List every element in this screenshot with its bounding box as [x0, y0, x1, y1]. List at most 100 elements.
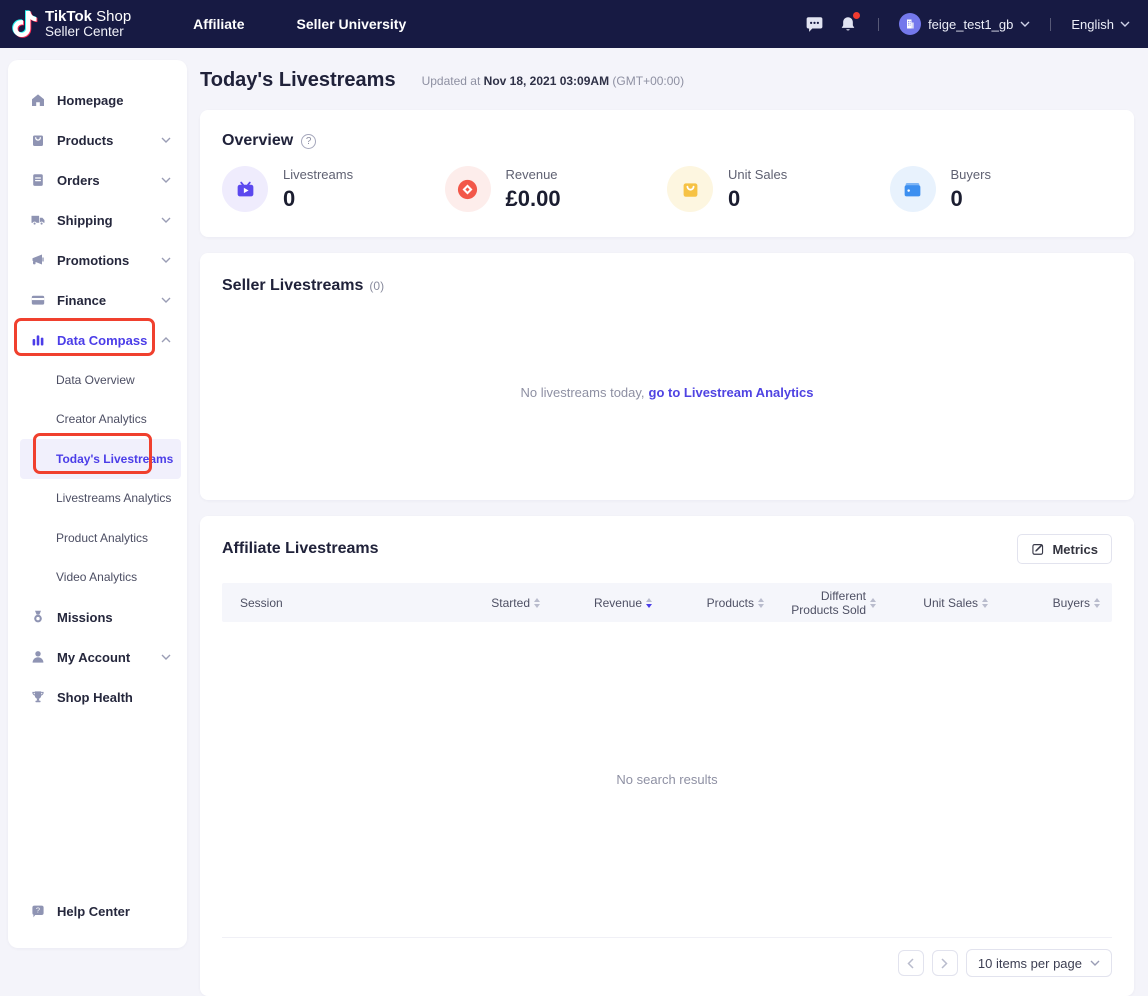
sidebar-item-data-compass[interactable]: Data Compass: [8, 320, 187, 360]
metric-label: Livestreams: [283, 167, 353, 182]
column-started[interactable]: Started: [440, 596, 552, 610]
metric-value: 0: [951, 186, 991, 212]
avatar: [899, 13, 921, 35]
sort-icon-desc-active[interactable]: [646, 598, 652, 608]
column-revenue[interactable]: Revenue: [552, 596, 664, 610]
sidebar-subitem-creator-analytics[interactable]: Creator Analytics: [8, 400, 187, 440]
chevron-left-icon: [907, 958, 914, 969]
question-bubble-icon: ?: [30, 903, 46, 919]
wallet-icon: [890, 166, 936, 212]
overview-title: Overview: [222, 132, 293, 150]
bar-chart-icon: [30, 332, 46, 348]
sort-icon[interactable]: [534, 598, 540, 608]
chevron-down-icon: [161, 177, 171, 183]
table-empty-body: No search results: [222, 622, 1112, 938]
language-selector[interactable]: English: [1071, 17, 1130, 32]
metric-value: 0: [283, 186, 353, 212]
pagination: 10 items per page: [222, 949, 1112, 977]
overview-card: Overview ? Livestreams 0 Revenue £0.00: [200, 110, 1134, 237]
metric-livestreams: Livestreams 0: [222, 166, 445, 212]
sidebar-item-promotions[interactable]: Promotions: [8, 240, 187, 280]
products-bag-icon: [30, 132, 46, 148]
sidebar-item-finance[interactable]: Finance: [8, 280, 187, 320]
tiktok-shop-logo[interactable]: TikTok Shop Seller Center: [12, 9, 131, 39]
home-icon: [30, 92, 46, 108]
sidebar-item-my-account[interactable]: My Account: [8, 637, 187, 677]
affiliate-livestreams-title: Affiliate Livestreams: [222, 540, 379, 558]
sidebar-item-products[interactable]: Products: [8, 120, 187, 160]
sort-icon[interactable]: [870, 598, 876, 608]
sort-icon[interactable]: [1094, 598, 1100, 608]
metric-value: 0: [728, 186, 787, 212]
sidebar-item-missions[interactable]: Missions: [8, 597, 187, 637]
page-header: Today's Livestreams Updated at Nov 18, 2…: [200, 60, 1134, 96]
truck-icon: [30, 212, 46, 228]
page-title: Today's Livestreams: [200, 69, 396, 92]
metric-buyers: Buyers 0: [890, 166, 1113, 212]
sidebar-subitem-data-overview[interactable]: Data Overview: [8, 360, 187, 400]
chevron-down-icon: [1090, 960, 1100, 966]
sidebar-item-shop-health[interactable]: Shop Health: [8, 677, 187, 717]
user-menu[interactable]: feige_test1_gb: [899, 13, 1030, 35]
column-unit-sales[interactable]: Unit Sales: [888, 596, 1000, 610]
sidebar-item-shipping[interactable]: Shipping: [8, 200, 187, 240]
divider: [1050, 18, 1051, 31]
language-label: English: [1071, 17, 1114, 32]
card-icon: [30, 292, 46, 308]
sort-icon[interactable]: [982, 598, 988, 608]
column-buyers[interactable]: Buyers: [1000, 596, 1112, 610]
chevron-down-icon: [1020, 21, 1030, 27]
metric-label: Revenue: [506, 167, 558, 182]
sidebar-subitem-video-analytics[interactable]: Video Analytics: [8, 558, 187, 598]
logo-line1: TikTok Shop: [45, 9, 131, 25]
metric-label: Unit Sales: [728, 167, 787, 182]
svg-text:?: ?: [36, 906, 40, 915]
column-different-products-sold[interactable]: Different Products Sold: [776, 589, 888, 617]
nav-affiliate[interactable]: Affiliate: [193, 16, 244, 32]
question-circle-icon[interactable]: ?: [301, 134, 316, 149]
coin-icon: [445, 166, 491, 212]
medal-icon: [30, 609, 46, 625]
orders-doc-icon: [30, 172, 46, 188]
trophy-icon: [30, 689, 46, 705]
bell-icon[interactable]: [838, 14, 858, 34]
chevron-up-icon: [161, 337, 171, 343]
seller-empty-state: No livestreams today,go to Livestream An…: [200, 385, 1134, 400]
metric-value: £0.00: [506, 186, 561, 212]
metric-label: Buyers: [951, 167, 991, 182]
notification-badge: [853, 12, 860, 19]
prev-page-button[interactable]: [898, 950, 924, 976]
nav-seller-university[interactable]: Seller University: [297, 16, 407, 32]
sidebar-subitem-livestreams-analytics[interactable]: Livestreams Analytics: [8, 479, 187, 519]
livestream-analytics-link[interactable]: go to Livestream Analytics: [649, 385, 814, 400]
main-content: Today's Livestreams Updated at Nov 18, 2…: [200, 60, 1134, 996]
next-page-button[interactable]: [932, 950, 958, 976]
sidebar-item-help-center[interactable]: ? Help Center: [8, 891, 187, 931]
chevron-down-icon: [161, 217, 171, 223]
sidebar-item-homepage[interactable]: Homepage: [8, 80, 187, 120]
livestream-tv-icon: [222, 166, 268, 212]
metrics-button[interactable]: Metrics: [1017, 534, 1112, 564]
seller-livestreams-count: (0): [369, 279, 384, 293]
top-navigation: Affiliate Seller University: [193, 16, 406, 32]
table-header-row: Session Started Revenue Products Differe…: [222, 583, 1112, 622]
tiktok-note-icon: [12, 9, 38, 39]
updated-timestamp: Updated at Nov 18, 2021 03:09AM (GMT+00:…: [422, 74, 685, 88]
chevron-down-icon: [161, 257, 171, 263]
items-per-page-select[interactable]: 10 items per page: [966, 949, 1112, 977]
chevron-down-icon: [161, 297, 171, 303]
chat-bubble-icon[interactable]: [804, 14, 824, 34]
metric-unit-sales: Unit Sales 0: [667, 166, 890, 212]
sidebar-subitem-product-analytics[interactable]: Product Analytics: [8, 518, 187, 558]
edit-square-icon: [1031, 542, 1045, 556]
sidebar: Homepage Products Orders Shipping Promot…: [8, 60, 187, 948]
divider: [878, 18, 879, 31]
seller-livestreams-title: Seller Livestreams: [222, 277, 363, 295]
column-products[interactable]: Products: [664, 596, 776, 610]
person-icon: [30, 649, 46, 665]
sidebar-item-orders[interactable]: Orders: [8, 160, 187, 200]
sort-icon[interactable]: [758, 598, 764, 608]
chevron-right-icon: [941, 958, 948, 969]
shopping-bag-icon: [667, 166, 713, 212]
sidebar-subitem-todays-livestreams[interactable]: Today's Livestreams: [20, 439, 181, 479]
